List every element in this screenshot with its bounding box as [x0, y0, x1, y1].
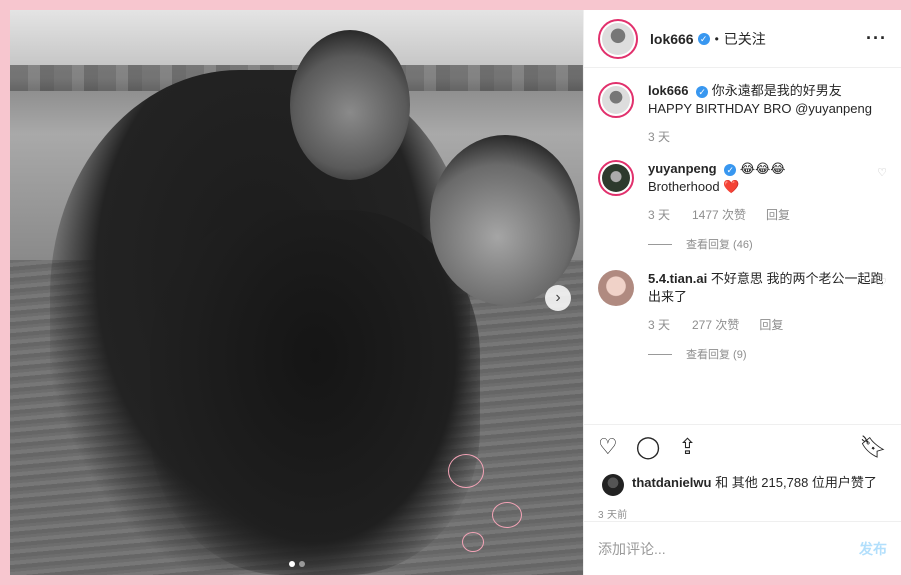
follow-status[interactable]: 已关注 [724, 29, 766, 49]
view-replies[interactable]: 查看回复 (9) [648, 346, 887, 362]
heart-icon[interactable]: ♡ [598, 434, 618, 460]
avatar[interactable] [602, 474, 624, 496]
view-replies-label[interactable]: 查看回复 (9) [686, 346, 747, 362]
verified-icon: ✓ [696, 85, 709, 98]
comment-time: 3 天 [648, 130, 671, 144]
likes-user[interactable]: thatdanielwu [632, 475, 711, 490]
comment-text: Brotherhood ❤️ [648, 179, 740, 194]
comment-username[interactable]: 5.4.tian.ai [648, 271, 707, 286]
post-frame: › lok666 ✓ • 已关注 ··· lok666 ✓ 你永遠都是我的好男友… [10, 10, 901, 575]
likes-text[interactable]: 和 其他 215,788 位用户赞了 [715, 475, 877, 490]
photo-person-front [150, 210, 480, 575]
bookmark-icon[interactable]: 🔖︎ [859, 434, 887, 460]
comment-input[interactable]: 添加评论... [598, 539, 666, 559]
reply-button[interactable]: 回复 [766, 206, 790, 224]
carousel-dots [288, 561, 305, 567]
action-bar: ♡ ◯ ⇪ 🔖︎ [584, 424, 901, 468]
caption: lok666 ✓ 你永遠都是我的好男友 HAPPY BIRTHDAY BRO @… [598, 82, 887, 146]
post-sidebar: lok666 ✓ • 已关注 ··· lok666 ✓ 你永遠都是我的好男友 H… [583, 10, 901, 575]
comment-emojis: 😂😂😂 [739, 161, 786, 176]
avatar[interactable] [598, 82, 634, 118]
carousel-dot [288, 561, 295, 567]
photo-sky [10, 10, 583, 70]
share-icon[interactable]: ⇪ [678, 434, 696, 460]
like-comment-icon[interactable]: ♡ [877, 276, 887, 289]
avatar[interactable] [598, 18, 638, 59]
post-button[interactable]: 发布 [859, 539, 887, 559]
post-header: lok666 ✓ • 已关注 ··· [584, 10, 901, 68]
username-link[interactable]: lok666 [650, 31, 694, 47]
like-comment-icon[interactable]: ♡ [877, 166, 887, 179]
comment: 5.4.tian.ai 不好意思 我的两个老公一起跑出来了 3 天 277 次赞… [598, 270, 887, 334]
doodle-circle [492, 502, 522, 528]
carousel-dot [298, 561, 305, 567]
view-replies[interactable]: 查看回复 (46) [648, 236, 887, 252]
comments-list: lok666 ✓ 你永遠都是我的好男友 HAPPY BIRTHDAY BRO @… [584, 68, 901, 424]
view-replies-label[interactable]: 查看回复 (46) [686, 236, 753, 252]
comment-icon[interactable]: ◯ [636, 434, 661, 460]
separator-dot: • [714, 31, 719, 46]
photo-head-back [290, 30, 410, 180]
reply-button[interactable]: 回复 [759, 316, 783, 334]
verified-icon: ✓ [724, 163, 737, 176]
comment-username[interactable]: lok666 [648, 83, 688, 98]
comment-likes[interactable]: 1477 次赞 [692, 206, 746, 224]
comment-time: 3 天 [648, 208, 671, 222]
comment-time: 3 天 [648, 318, 671, 332]
doodle-circle [462, 532, 484, 552]
post-photo[interactable]: › [10, 10, 583, 575]
comment-username[interactable]: yuyanpeng [648, 161, 717, 176]
verified-icon: ✓ [697, 32, 710, 45]
doodle-circle [448, 454, 484, 488]
more-icon[interactable]: ··· [866, 28, 887, 49]
add-comment-bar: 添加评论... 发布 [584, 521, 901, 575]
post-time: 3 天前 [598, 510, 628, 521]
photo-head-front [430, 135, 580, 305]
avatar[interactable] [598, 160, 634, 196]
comment-likes[interactable]: 277 次赞 [692, 316, 739, 334]
chevron-right-icon[interactable]: › [545, 285, 571, 311]
avatar[interactable] [598, 270, 634, 306]
likes-summary: thatdanielwu 和 其他 215,788 位用户赞了 [584, 468, 901, 496]
comment: yuyanpeng ✓ 😂😂😂 Brotherhood ❤️ 3 天 1477 … [598, 160, 887, 224]
